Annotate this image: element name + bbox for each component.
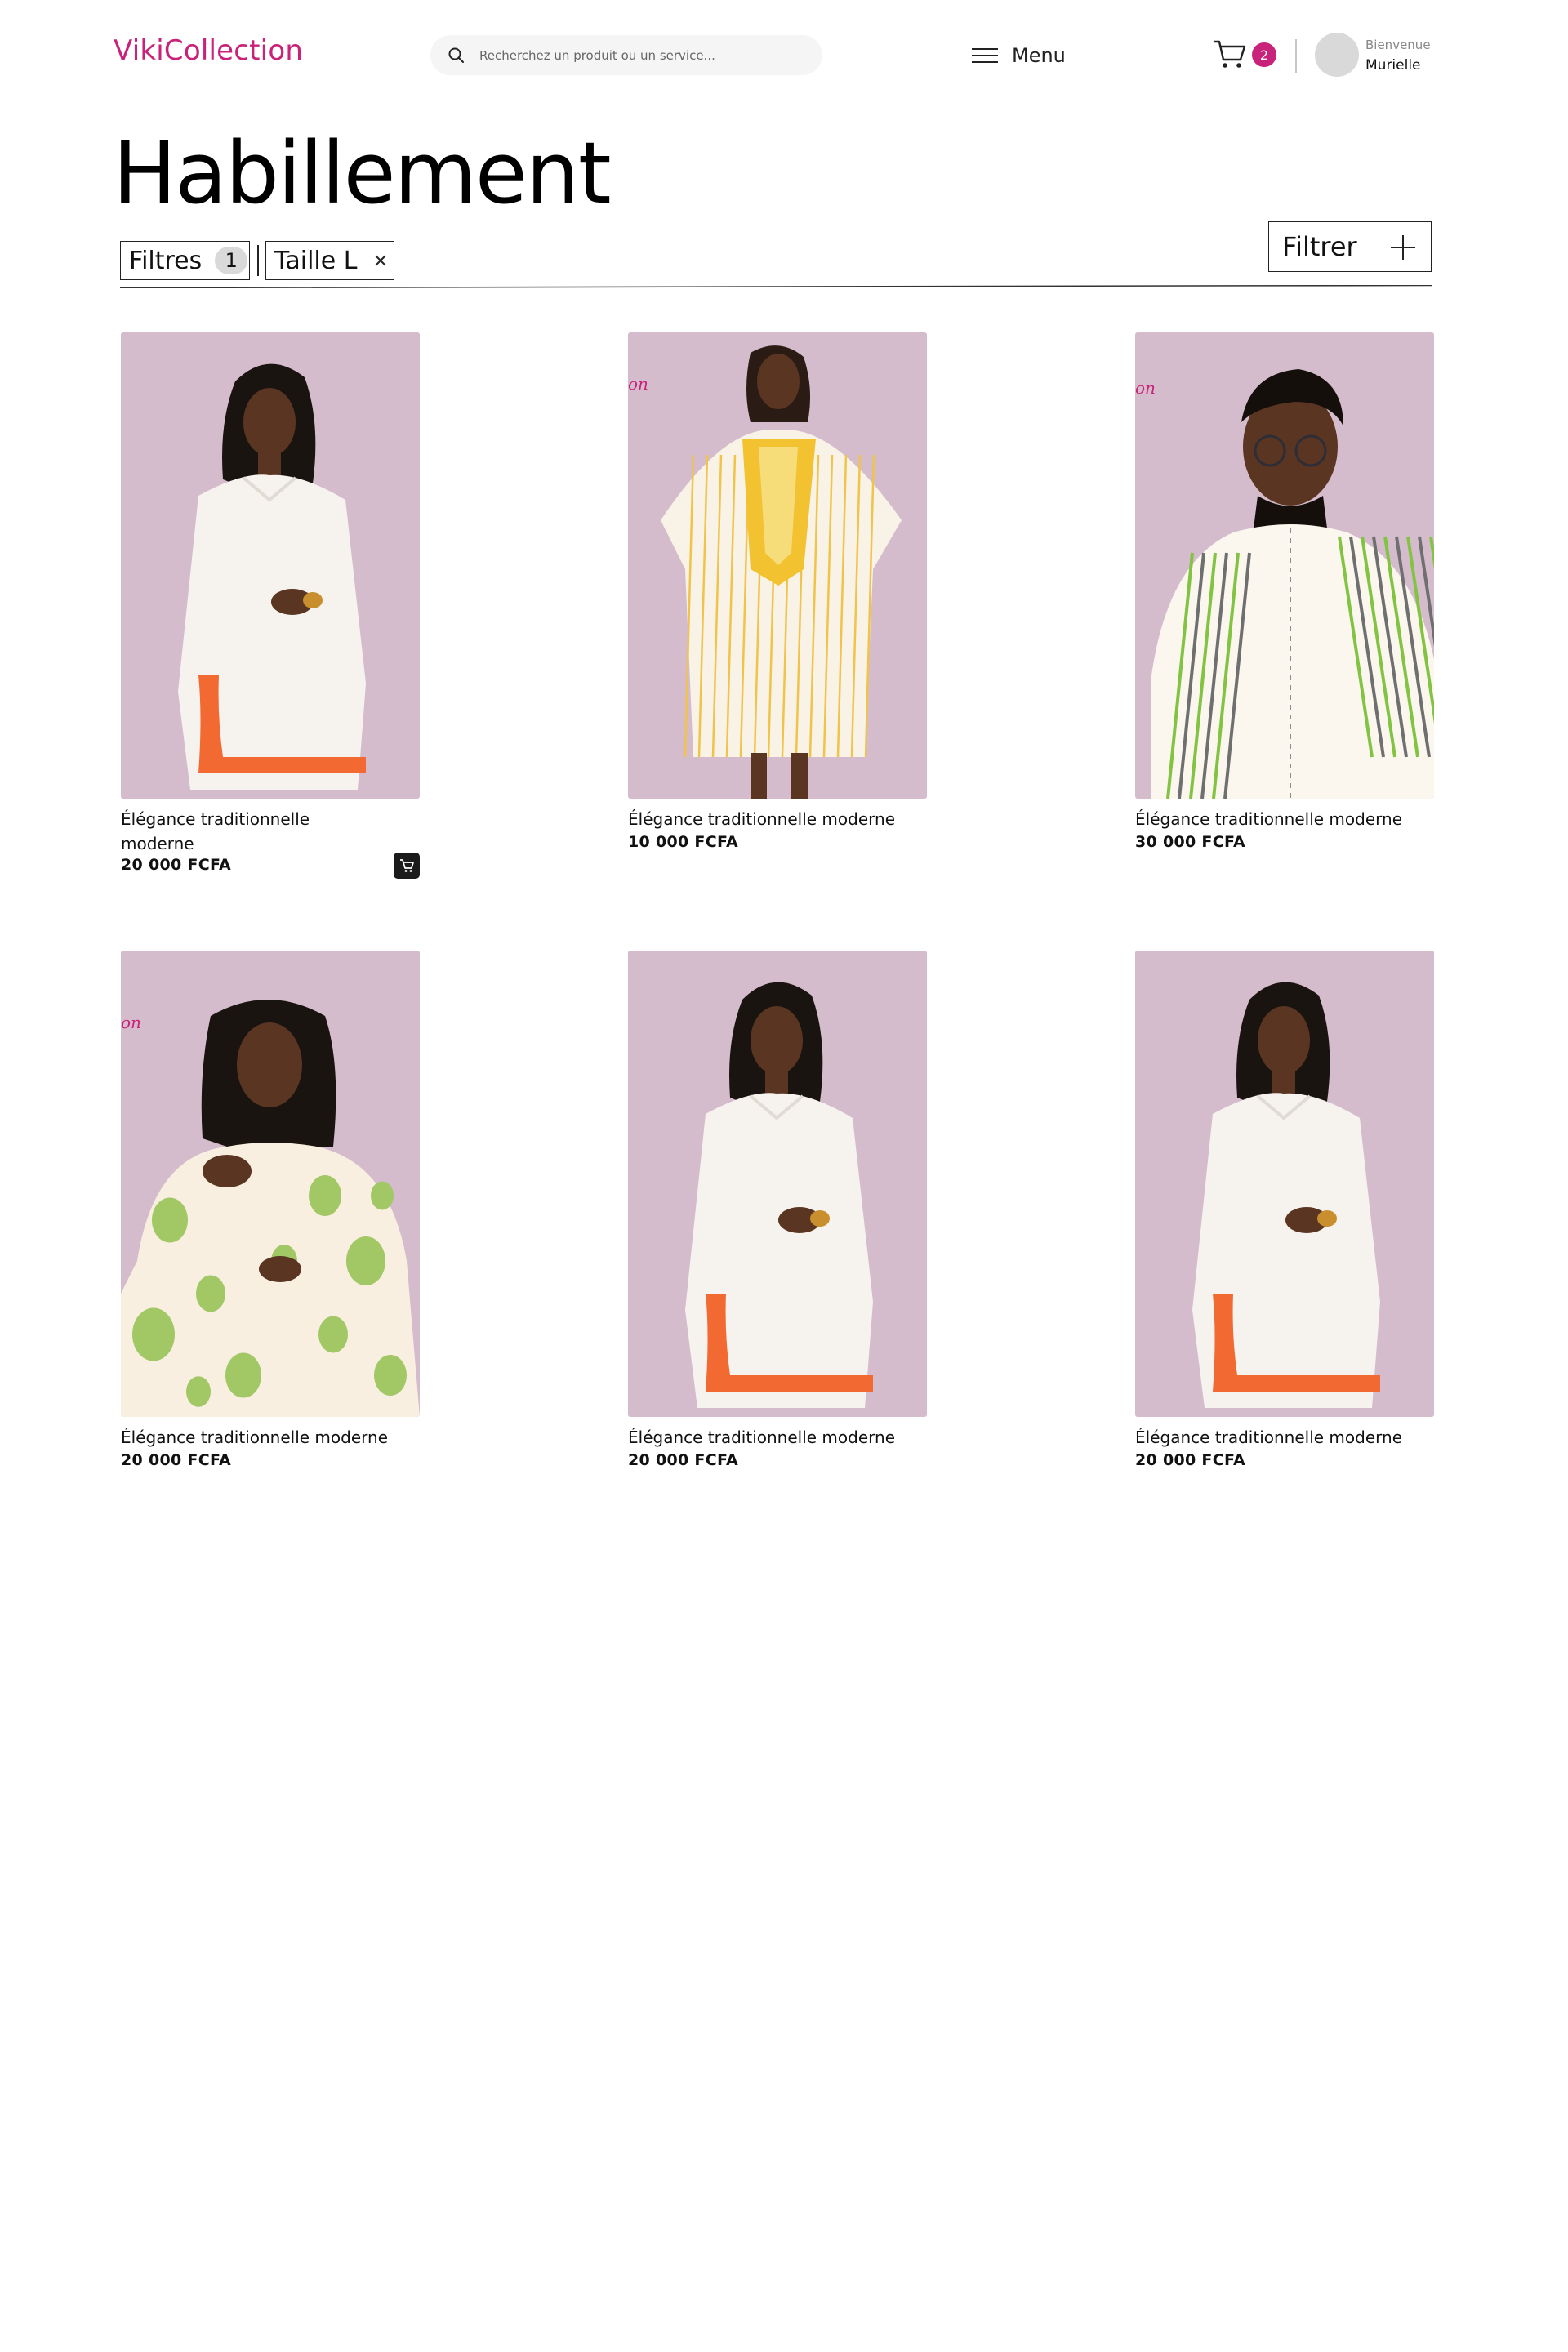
product-card[interactable]: on Élégance traditionnelle moderne 10 000 … [628,332,927,888]
filters-label: Filtres [129,246,203,275]
site-header: VikiCollection Menu 2 Bienvenue Murielle [0,0,1568,114]
product-card[interactable]: on Élégance traditionnelle moderne 20 000 … [121,951,420,1506]
product-card[interactable]: Élégance traditionnelle moderne 20 000 FC… [628,951,927,1506]
filters-count-badge: 1 [215,247,248,274]
cart-button[interactable] [1213,38,1247,70]
active-filter-label: Taille L [274,246,358,275]
product-price: 20 000 FCFA [121,856,232,874]
product-photo-art [1135,951,1434,1417]
product-name[interactable]: Élégance traditionnelle moderne [628,807,927,831]
cart-count-badge: 2 [1252,42,1276,67]
header-divider [1295,39,1297,74]
close-icon[interactable] [372,252,390,270]
cart-icon [1213,40,1246,68]
product-photo-art [121,332,420,799]
product-name[interactable]: Élégance traditionnelle moderne [1135,1425,1434,1450]
product-name[interactable]: Élégance traditionnelle moderne [628,1425,927,1450]
user-avatar[interactable] [1315,33,1359,77]
user-name[interactable]: Murielle [1365,57,1421,74]
product-card[interactable]: Élégance traditionnelle moderne 20 000 FC… [1135,951,1434,1506]
product-image[interactable]: on [1135,332,1434,799]
brand-logo[interactable]: VikiCollection [114,34,303,67]
product-name[interactable]: Élégance traditionnelle moderne [121,807,325,856]
product-image[interactable] [121,332,420,799]
filter-divider [120,285,1432,288]
search-input[interactable] [478,43,808,68]
product-price: 20 000 FCFA [1135,1451,1246,1469]
search-icon [448,47,464,63]
product-image[interactable]: on [628,332,927,799]
menu-label: Menu [1012,44,1066,67]
product-photo-art [628,951,927,1417]
filters-chip[interactable]: Filtres 1 [120,241,250,280]
product-price: 10 000 FCFA [628,833,739,851]
product-name[interactable]: Élégance traditionnelle moderne [1135,807,1434,831]
menu-button[interactable]: Menu [971,39,1066,72]
svg-text:on: on [628,374,648,394]
product-price: 20 000 FCFA [628,1451,739,1469]
hamburger-icon [972,48,998,63]
product-photo-art: on [628,332,927,799]
product-price: 20 000 FCFA [121,1451,232,1469]
plus-icon [1391,235,1415,260]
product-card[interactable]: on Élégance traditionnelle moderne 30 000 … [1135,332,1434,888]
filter-button-label: Filtrer [1282,231,1357,262]
search-bar[interactable] [430,35,822,75]
active-filter-chip: Taille L [265,241,394,280]
page-title: Habillement [113,123,612,223]
product-image[interactable] [628,951,927,1417]
svg-text:on: on [121,1013,141,1032]
filter-button[interactable]: Filtrer [1268,221,1432,272]
add-to-cart-button[interactable] [394,853,420,879]
product-card[interactable]: Élégance traditionnelle moderne 20 000 FC… [121,332,420,888]
welcome-text: Bienvenue [1365,38,1431,52]
product-photo-art: on [121,951,420,1417]
product-image[interactable] [1135,951,1434,1417]
product-price: 30 000 FCFA [1135,833,1246,851]
product-image[interactable]: on [121,951,420,1417]
cart-icon [400,859,414,872]
product-name[interactable]: Élégance traditionnelle moderne [121,1425,420,1450]
product-photo-art: on [1135,332,1434,799]
filter-separator [257,245,259,276]
svg-text:on: on [1135,378,1156,398]
